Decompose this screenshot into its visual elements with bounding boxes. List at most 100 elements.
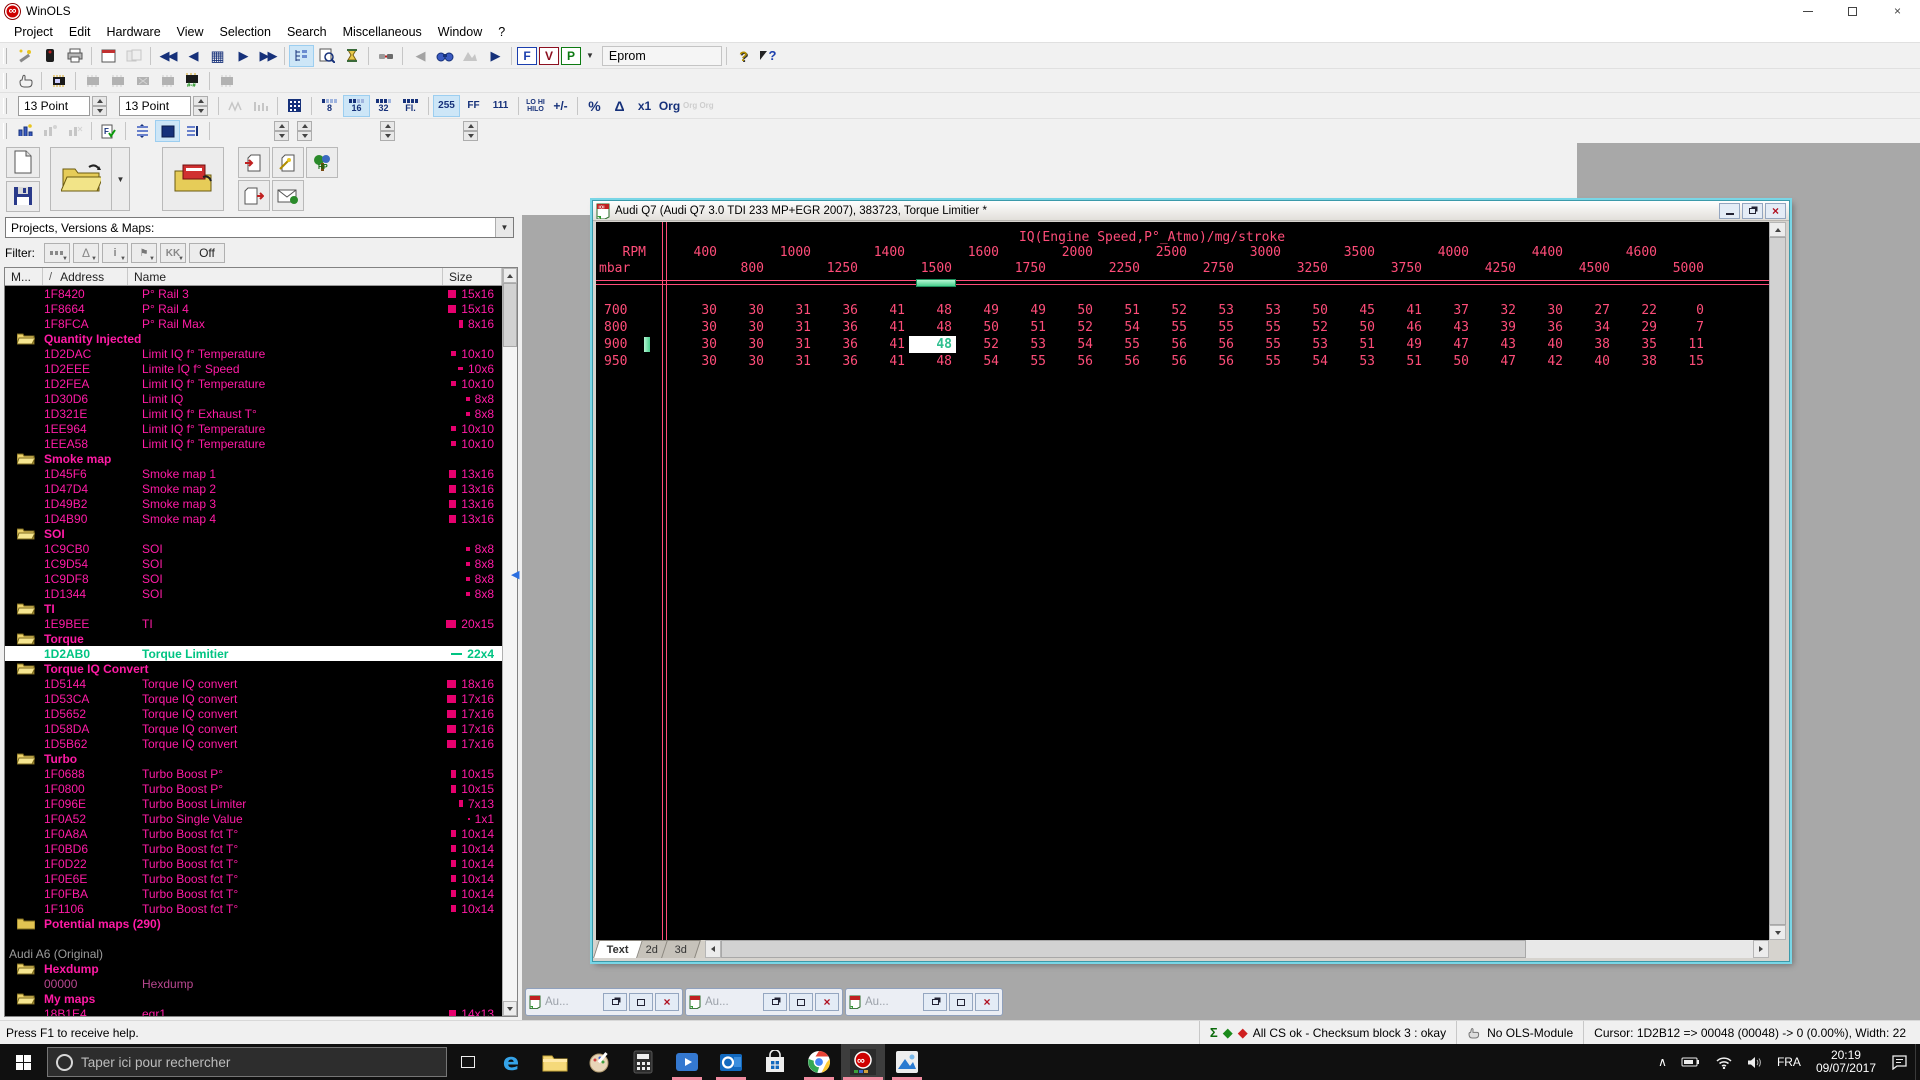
map-row[interactable]: 1D2EEELimite IQ f° Speed10x6 bbox=[5, 361, 502, 376]
language-indicator[interactable]: FRA bbox=[1770, 1044, 1808, 1080]
map-row[interactable]: 00000Hexdump bbox=[5, 976, 502, 991]
map-row[interactable]: 1F0A52Turbo Single Value1x1 bbox=[5, 811, 502, 826]
points-y-spinner[interactable] bbox=[193, 96, 208, 116]
grid-cell[interactable]: 50 bbox=[1426, 353, 1473, 370]
save-project-button[interactable] bbox=[6, 181, 40, 212]
import-file-button[interactable] bbox=[162, 147, 224, 211]
map-row[interactable]: 1D2FEALimit IQ f° Temperature10x10 bbox=[5, 376, 502, 391]
grid-cell[interactable]: 55 bbox=[1144, 319, 1191, 336]
map-row[interactable]: 1E9BEETI20x15 bbox=[5, 616, 502, 631]
map-row[interactable]: 1D4B90Smoke map 413x16 bbox=[5, 511, 502, 526]
column-width-icon[interactable] bbox=[180, 120, 205, 142]
grid-cell[interactable]: 52 bbox=[1144, 302, 1191, 319]
grid-cell[interactable]: 50 bbox=[1332, 319, 1379, 336]
grid-cell[interactable]: 49 bbox=[1003, 302, 1050, 319]
taskbar-app-calculator[interactable] bbox=[621, 1044, 665, 1080]
map-row[interactable]: 1F1106Turbo Boost fct T°10x14 bbox=[5, 901, 502, 916]
project-view-button[interactable]: P bbox=[561, 47, 581, 65]
action-center-icon[interactable] bbox=[1884, 1044, 1915, 1080]
grid-cell[interactable]: 55 bbox=[1003, 353, 1050, 370]
task-view-button[interactable] bbox=[447, 1044, 489, 1080]
folder-row[interactable]: Turbo bbox=[5, 751, 502, 766]
value-format-button-255[interactable]: 255 bbox=[433, 95, 460, 117]
chip-verify-icon[interactable] bbox=[80, 70, 105, 92]
scroll-right-icon[interactable] bbox=[1753, 940, 1769, 958]
grid-cell[interactable]: 50 bbox=[1285, 302, 1332, 319]
grid-cell[interactable]: 56 bbox=[1144, 336, 1191, 353]
grid-cell[interactable]: 51 bbox=[1097, 302, 1144, 319]
map-wizard-auto-icon[interactable] bbox=[37, 120, 62, 142]
grid-cell[interactable]: 48 bbox=[909, 319, 956, 336]
new-project-button[interactable] bbox=[6, 147, 40, 178]
grid-cell[interactable]: 7 bbox=[1661, 319, 1708, 336]
folder-row[interactable]: Torque IQ Convert bbox=[5, 661, 502, 676]
grid-cell[interactable]: 53 bbox=[1003, 336, 1050, 353]
map-row[interactable]: 1C9CB0SOI8x8 bbox=[5, 541, 502, 556]
bit-width-button-fl.[interactable]: Fl. bbox=[397, 95, 424, 117]
settings-icon[interactable] bbox=[12, 45, 37, 67]
folder-row[interactable]: SOI bbox=[5, 526, 502, 541]
preview-zoom-icon[interactable] bbox=[314, 45, 339, 67]
menu-item-window[interactable]: Window bbox=[430, 23, 490, 41]
grid-cell[interactable]: 41 bbox=[1379, 302, 1426, 319]
grid-cell[interactable]: 41 bbox=[862, 336, 909, 353]
map-row[interactable]: 1F8FCAP° Rail Max8x16 bbox=[5, 316, 502, 331]
scroll-left-icon[interactable] bbox=[705, 940, 721, 958]
folder-row[interactable]: Potential maps (290) bbox=[5, 916, 502, 931]
points-x-spinner[interactable] bbox=[92, 96, 107, 116]
filter-info-button[interactable]: i▼ bbox=[102, 243, 128, 263]
menu-item-view[interactable]: View bbox=[169, 23, 212, 41]
start-button[interactable] bbox=[0, 1044, 46, 1080]
row-height-icon[interactable] bbox=[130, 120, 155, 142]
grid-cell[interactable]: 22 bbox=[1614, 302, 1661, 319]
grid-cell[interactable]: 41 bbox=[862, 353, 909, 370]
grid-cell[interactable]: 30 bbox=[674, 336, 721, 353]
grid-cell[interactable]: 30 bbox=[721, 302, 768, 319]
grid-cell[interactable]: 56 bbox=[1097, 353, 1144, 370]
grid-cell[interactable]: 29 bbox=[1614, 319, 1661, 336]
battery-icon[interactable] bbox=[1674, 1044, 1708, 1080]
taskbar-app-chrome[interactable] bbox=[797, 1044, 841, 1080]
map-row[interactable]: 1F0D22Turbo Boost fct T°10x14 bbox=[5, 856, 502, 871]
map-row[interactable]: 1D5144Torque IQ convert18x16 bbox=[5, 676, 502, 691]
filter-flag-button[interactable]: ⚑▼ bbox=[131, 243, 157, 263]
grid-cell[interactable]: 31 bbox=[768, 336, 815, 353]
child-restore-button[interactable] bbox=[763, 993, 787, 1011]
grid-cell[interactable]: 55 bbox=[1238, 353, 1285, 370]
chip-erase-icon[interactable] bbox=[130, 70, 155, 92]
minimized-window[interactable]: Au...× bbox=[845, 988, 1003, 1016]
tab-3d[interactable]: 3d bbox=[661, 940, 701, 958]
dot-matrix-icon[interactable] bbox=[282, 95, 307, 117]
original-compare-button[interactable]: Org Org bbox=[682, 95, 715, 117]
difference-view-button[interactable]: Δ bbox=[607, 95, 632, 117]
grid-cell[interactable]: 48 bbox=[909, 336, 956, 353]
nav-last-icon[interactable]: ▶▶ bbox=[255, 45, 280, 67]
grid-cell[interactable]: 54 bbox=[1097, 319, 1144, 336]
grid-cell[interactable]: 0 bbox=[1661, 302, 1708, 319]
chip-read-icon[interactable] bbox=[46, 70, 71, 92]
compare-window-icon[interactable] bbox=[121, 45, 146, 67]
filter-off-button[interactable]: Off bbox=[189, 243, 225, 263]
map-row[interactable]: 1F0FBATurbo Boost fct T°10x14 bbox=[5, 886, 502, 901]
nav-first-icon[interactable]: ◀◀ bbox=[155, 45, 180, 67]
search-fwd-icon[interactable]: ▶ bbox=[482, 45, 507, 67]
folder-row[interactable]: Torque bbox=[5, 631, 502, 646]
grid-cell[interactable]: 54 bbox=[1285, 353, 1332, 370]
menu-item-edit[interactable]: Edit bbox=[61, 23, 99, 41]
grid-cell[interactable]: 38 bbox=[1567, 336, 1614, 353]
grid-cell[interactable]: 40 bbox=[1567, 353, 1614, 370]
offset-spinner-3[interactable] bbox=[380, 121, 395, 141]
points-y-field[interactable]: 13 Point bbox=[119, 96, 191, 116]
scroll-up-icon[interactable] bbox=[503, 268, 517, 283]
grid-cell[interactable]: 55 bbox=[1238, 336, 1285, 353]
grid-cell[interactable]: 30 bbox=[1520, 302, 1567, 319]
grid-cell[interactable]: 35 bbox=[1614, 336, 1661, 353]
filter-kk-button[interactable]: KK▼ bbox=[160, 243, 186, 263]
grid-cell[interactable]: 15 bbox=[1661, 353, 1708, 370]
map-row[interactable]: 1F0E6ETurbo Boost fct T°10x14 bbox=[5, 871, 502, 886]
map-row[interactable]: 1D2DACLimit IQ f° Temperature10x10 bbox=[5, 346, 502, 361]
projects-combobox[interactable]: Projects, Versions & Maps: ▼ bbox=[5, 217, 514, 238]
value-format-button-ff[interactable]: FF bbox=[460, 95, 487, 117]
grid-cell[interactable]: 53 bbox=[1191, 302, 1238, 319]
panel-collapse-icon[interactable]: ◀ bbox=[511, 568, 519, 581]
